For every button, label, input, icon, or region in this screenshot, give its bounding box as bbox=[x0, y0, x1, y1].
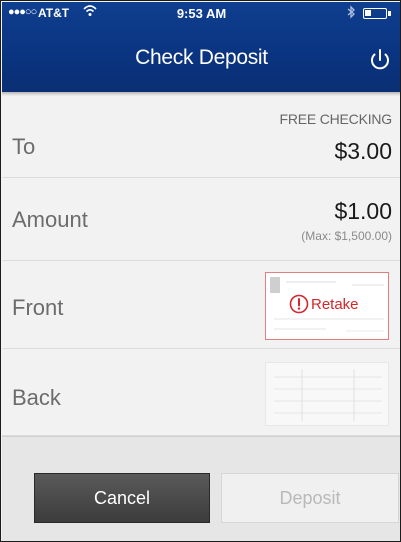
back-check-thumbnail[interactable] bbox=[265, 362, 389, 426]
account-balance: $3.00 bbox=[334, 138, 392, 164]
front-label: Front bbox=[12, 295, 64, 320]
back-image-row[interactable]: Back bbox=[2, 349, 400, 436]
retake-label: Retake bbox=[311, 295, 359, 313]
amount-value: $1.00 bbox=[334, 198, 392, 224]
cancel-button[interactable]: Cancel bbox=[34, 473, 210, 523]
retake-button[interactable]: Retake bbox=[289, 294, 359, 314]
to-label: To bbox=[12, 134, 36, 159]
amount-row[interactable]: Amount $1.00 (Max: $1,500.00) bbox=[2, 178, 400, 261]
front-image-row[interactable]: Front Retake bbox=[2, 261, 400, 349]
action-footer: Cancel Deposit bbox=[2, 436, 400, 541]
amount-label: Amount bbox=[12, 207, 88, 232]
battery-icon bbox=[363, 8, 391, 19]
account-name: FREE CHECKING bbox=[279, 111, 392, 127]
alert-icon bbox=[289, 294, 309, 314]
check-back-sketch bbox=[274, 369, 382, 421]
power-icon[interactable] bbox=[366, 46, 394, 74]
app-screen: ●●●○○ AT&T 9:53 AM Check Deposit To FREE… bbox=[0, 0, 401, 542]
amount-max: (Max: $1,500.00) bbox=[301, 229, 392, 243]
page-title: Check Deposit bbox=[135, 46, 268, 69]
to-account-row[interactable]: To FREE CHECKING $3.00 bbox=[2, 96, 400, 178]
deposit-button[interactable]: Deposit bbox=[221, 473, 399, 523]
navigation-bar: ●●●○○ AT&T 9:53 AM Check Deposit bbox=[2, 2, 400, 92]
status-bar: ●●●○○ AT&T 9:53 AM bbox=[2, 2, 400, 24]
status-time: 9:53 AM bbox=[176, 6, 227, 21]
battery-fill bbox=[365, 10, 371, 16]
front-check-thumbnail[interactable]: Retake bbox=[265, 272, 389, 340]
back-label: Back bbox=[12, 385, 61, 410]
bluetooth-icon bbox=[346, 5, 356, 22]
